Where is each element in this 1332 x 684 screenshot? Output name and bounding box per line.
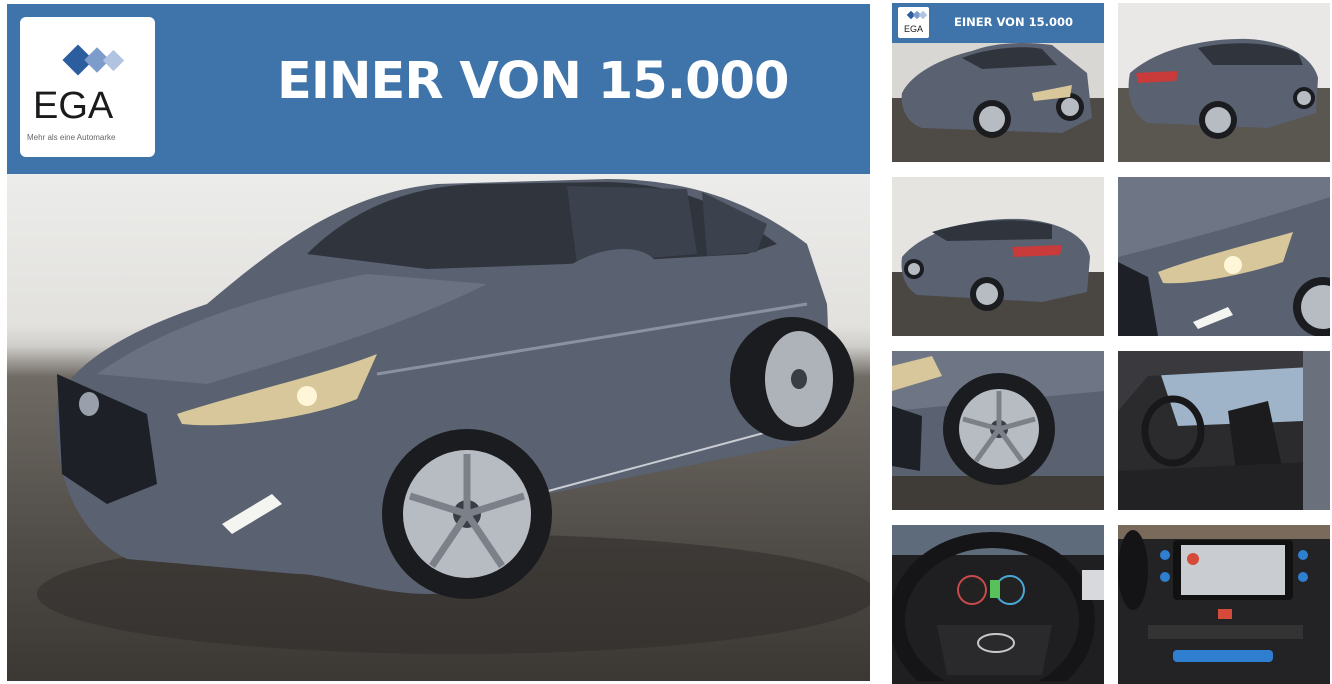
dealer-banner: EGA Mehr als eine Automarke EINER VON 15… bbox=[7, 4, 870, 174]
thumb-rear-left[interactable] bbox=[892, 177, 1104, 336]
thumb-image bbox=[1118, 351, 1330, 510]
thumb-image bbox=[1118, 38, 1330, 162]
ega-logo: EGA Mehr als eine Automarke bbox=[20, 17, 155, 157]
main-photo[interactable]: EGA Mehr als eine Automarke EINER VON 15… bbox=[7, 4, 870, 681]
logo-wordmark: EGA bbox=[33, 85, 114, 127]
thumb-headlight[interactable] bbox=[1118, 177, 1330, 336]
logo-wordmark: EGA bbox=[903, 24, 923, 34]
thumb-banner: EGA EINER VON 15.000 bbox=[892, 3, 1104, 43]
thumb-infotainment[interactable] bbox=[1118, 525, 1330, 684]
thumb-image bbox=[1118, 525, 1330, 662]
thumb-steering-wheel[interactable] bbox=[892, 525, 1104, 684]
banner-headline: EINER VON 15.000 bbox=[277, 52, 790, 111]
thumb-headline: EINER VON 15.000 bbox=[954, 15, 1073, 29]
thumb-image bbox=[892, 351, 1104, 510]
thumb-rear-side[interactable] bbox=[1118, 3, 1330, 162]
thumb-interior[interactable] bbox=[1118, 351, 1330, 510]
car-photo bbox=[7, 174, 870, 681]
thumb-image bbox=[892, 218, 1104, 336]
car-illustration bbox=[37, 179, 870, 654]
logo-chevron-icon bbox=[918, 10, 928, 20]
thumb-front-side[interactable]: EGA EINER VON 15.000 bbox=[892, 3, 1104, 162]
ega-logo: EGA bbox=[898, 7, 929, 38]
logo-tagline: Mehr als eine Automarke bbox=[27, 133, 116, 142]
thumb-wheel[interactable] bbox=[892, 351, 1104, 510]
thumb-image bbox=[892, 525, 1104, 681]
thumb-image bbox=[1118, 177, 1330, 336]
logo-chevron-icon bbox=[102, 49, 125, 72]
